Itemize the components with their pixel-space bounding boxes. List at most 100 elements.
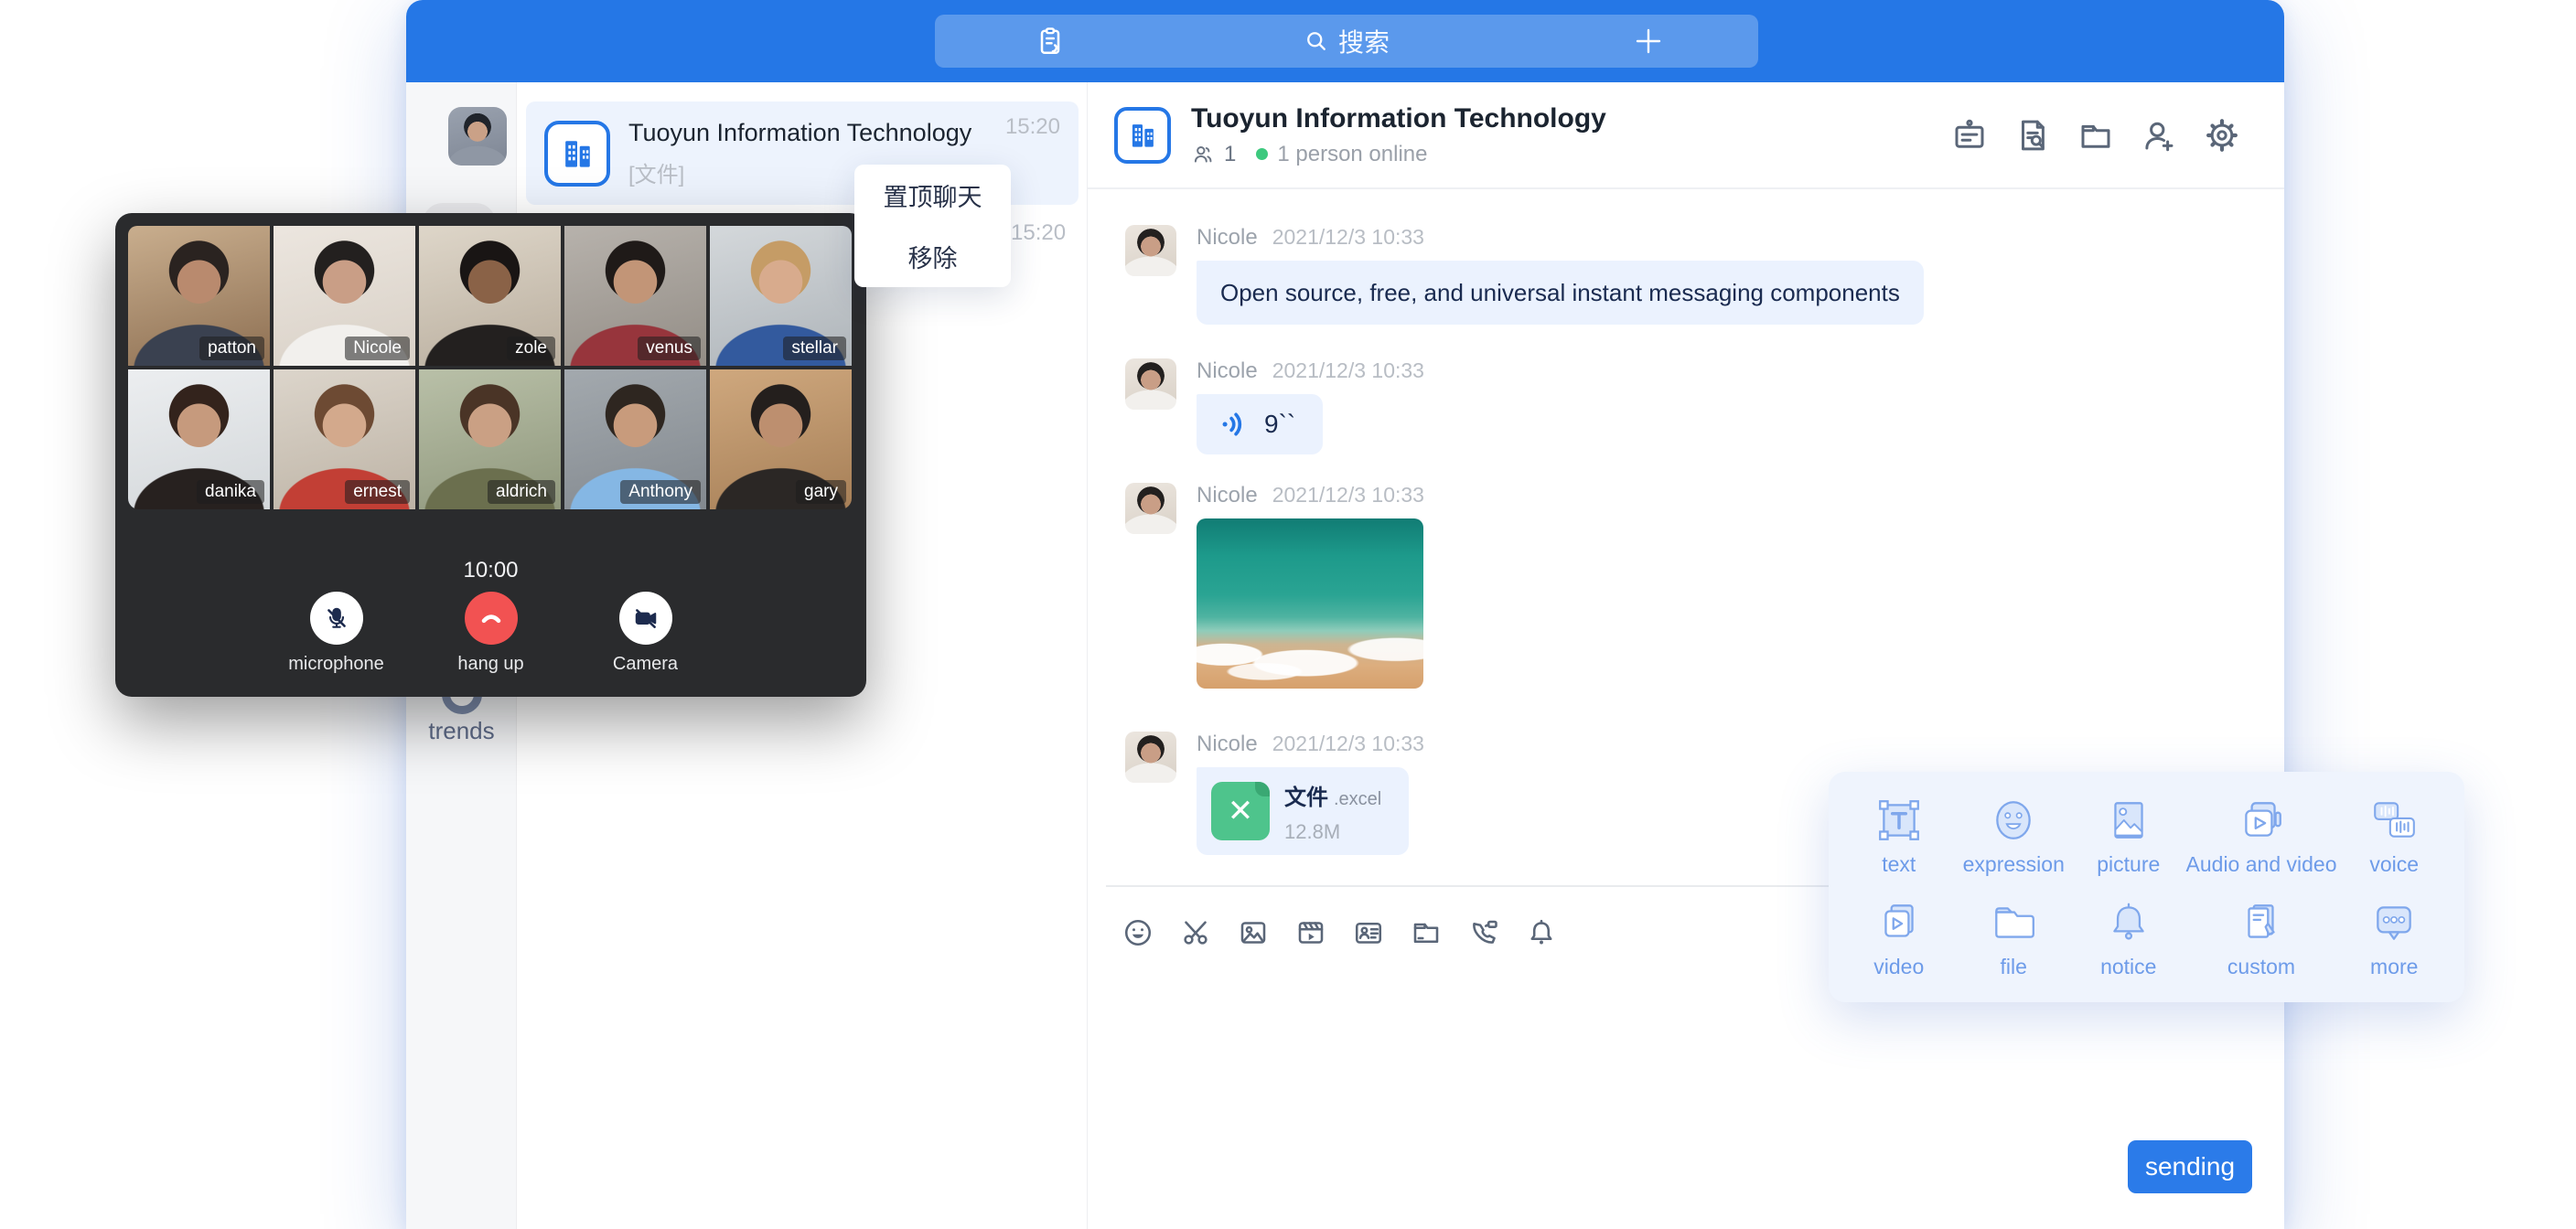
chat-group-avatar — [1114, 107, 1171, 164]
file-size: 12.8M — [1284, 820, 1381, 844]
announcement-icon[interactable] — [1950, 116, 1989, 155]
sender-name: Nicole — [1197, 483, 1258, 508]
hangup-icon — [477, 604, 506, 633]
file-bubble[interactable]: ✕ 文件.excel 12.8M — [1197, 767, 1409, 855]
screenshot-icon[interactable] — [1179, 916, 1212, 949]
more-bubble-icon — [2369, 898, 2419, 947]
file-info: 文件.excel 12.8M — [1284, 779, 1381, 844]
panel-item-label: picture — [2097, 852, 2160, 877]
bell-icon[interactable] — [1525, 916, 1558, 949]
excel-x-glyph: ✕ — [1228, 796, 1254, 827]
microphone-label: microphone — [288, 654, 384, 675]
message-type-panel: text expression picture — [1829, 772, 2464, 1002]
doc-search-icon[interactable] — [2013, 116, 2052, 155]
video-tile: Nicole — [274, 226, 415, 366]
panel-item-notice[interactable]: notice — [2071, 887, 2186, 989]
building-icon — [557, 134, 597, 174]
message-voice: Nicole 2021/12/3 10:33 9`` — [1125, 358, 1424, 454]
video-tile: zole — [419, 226, 561, 366]
message-meta: Nicole 2021/12/3 10:33 — [1197, 732, 1424, 759]
settings-icon[interactable] — [2203, 116, 2241, 155]
participant-name: Anthony — [620, 480, 701, 504]
sender-avatar[interactable] — [1125, 358, 1176, 410]
message-file: Nicole 2021/12/3 10:33 ✕ 文件.excel 12.8M — [1125, 732, 1424, 855]
video-icon[interactable] — [1294, 916, 1327, 949]
folder-icon[interactable] — [2077, 116, 2115, 155]
conversation-time: 15:20 — [1005, 114, 1060, 140]
participant-name: danika — [197, 480, 264, 504]
panel-item-audio-video[interactable]: Audio and video — [2186, 785, 2337, 887]
camera-off-button[interactable] — [619, 592, 672, 645]
video-tile: venus — [564, 226, 706, 366]
image-icon[interactable] — [1237, 916, 1270, 949]
text-icon — [1874, 796, 1924, 845]
panel-item-custom[interactable]: custom — [2186, 887, 2337, 989]
sender-avatar[interactable] — [1125, 225, 1176, 276]
video-tile: patton — [128, 226, 270, 366]
voice-bubble[interactable]: 9`` — [1197, 394, 1323, 454]
building-icon — [1125, 118, 1160, 153]
my-avatar[interactable] — [448, 107, 507, 166]
panel-item-file[interactable]: file — [1957, 887, 2072, 989]
panel-item-more[interactable]: more — [2336, 887, 2452, 989]
message-time: 2021/12/3 10:33 — [1272, 358, 1424, 383]
panel-item-video[interactable]: video — [1841, 887, 1957, 989]
panel-item-expression[interactable]: expression — [1957, 785, 2072, 887]
hangup-button[interactable] — [465, 592, 518, 645]
text-bubble: Open source, free, and universal instant… — [1197, 261, 1924, 325]
member-count: 1 — [1224, 142, 1236, 167]
group-avatar — [544, 121, 610, 187]
participant-name: stellar — [783, 337, 846, 360]
expression-icon — [1989, 796, 2038, 845]
input-toolbar — [1122, 916, 1558, 949]
panel-item-label: more — [2370, 955, 2418, 979]
voice-wave-icon — [1218, 409, 1250, 440]
panel-item-text[interactable]: text — [1841, 785, 1957, 887]
video-tile: aldrich — [419, 369, 561, 509]
search-placeholder: 搜索 — [1338, 23, 1390, 59]
plus-icon[interactable] — [1634, 27, 1663, 56]
voice-bubbles-icon — [2369, 796, 2419, 845]
panel-item-label: Audio and video — [2186, 852, 2337, 877]
mic-off-button[interactable] — [310, 592, 363, 645]
menu-item-pin-chat[interactable]: 置顶聊天 — [854, 165, 1011, 226]
chat-title: Tuoyun Information Technology — [1191, 103, 1950, 134]
file-icon[interactable] — [1410, 916, 1443, 949]
sender-name: Nicole — [1197, 732, 1258, 757]
emoji-icon[interactable] — [1122, 916, 1154, 949]
conversation-time-2: 15:20 — [1011, 220, 1066, 246]
panel-item-label: expression — [1963, 852, 2065, 877]
sender-name: Nicole — [1197, 225, 1258, 251]
call-icon[interactable] — [1467, 916, 1500, 949]
panel-item-picture[interactable]: picture — [2071, 785, 2186, 887]
send-button[interactable]: sending — [2128, 1140, 2252, 1193]
conversation-title: Tuoyun Information Technology — [628, 119, 1005, 147]
message-body: Nicole 2021/12/3 10:33 Open source, free… — [1197, 225, 1924, 325]
contact-card-icon[interactable] — [1352, 916, 1385, 949]
beach-photo[interactable] — [1197, 518, 1423, 689]
sender-avatar[interactable] — [1125, 483, 1176, 534]
add-member-icon[interactable] — [2140, 116, 2178, 155]
camera-label: Camera — [613, 654, 678, 675]
voice-duration: 9`` — [1264, 410, 1295, 439]
message-time: 2021/12/3 10:33 — [1272, 483, 1424, 508]
online-status: 1 person online — [1277, 142, 1427, 167]
participant-name: gary — [796, 480, 846, 504]
file-ext: .excel — [1334, 789, 1381, 809]
camera-off-icon — [632, 604, 660, 632]
custom-doc-icon — [2237, 898, 2286, 947]
panel-item-label: file — [2001, 955, 2027, 979]
panel-item-voice[interactable]: voice — [2336, 785, 2452, 887]
message-body: Nicole 2021/12/3 10:33 ✕ 文件.excel 12.8M — [1197, 732, 1424, 855]
sender-avatar[interactable] — [1125, 732, 1176, 783]
panel-item-label: notice — [2100, 955, 2156, 979]
message-meta: Nicole 2021/12/3 10:33 — [1197, 225, 1924, 252]
search-bar[interactable]: 搜索 — [935, 15, 1758, 68]
message-body: Nicole 2021/12/3 10:33 — [1197, 483, 1424, 689]
excel-file-icon: ✕ — [1211, 782, 1270, 840]
sidebar-item-trends[interactable]: trends — [406, 717, 517, 745]
menu-item-remove[interactable]: 移除 — [854, 226, 1011, 287]
video-tile: Anthony — [564, 369, 706, 509]
hangup-label: hang up — [457, 654, 523, 675]
video-call-window: patton Nicole zole venus stellar danika … — [115, 213, 866, 697]
